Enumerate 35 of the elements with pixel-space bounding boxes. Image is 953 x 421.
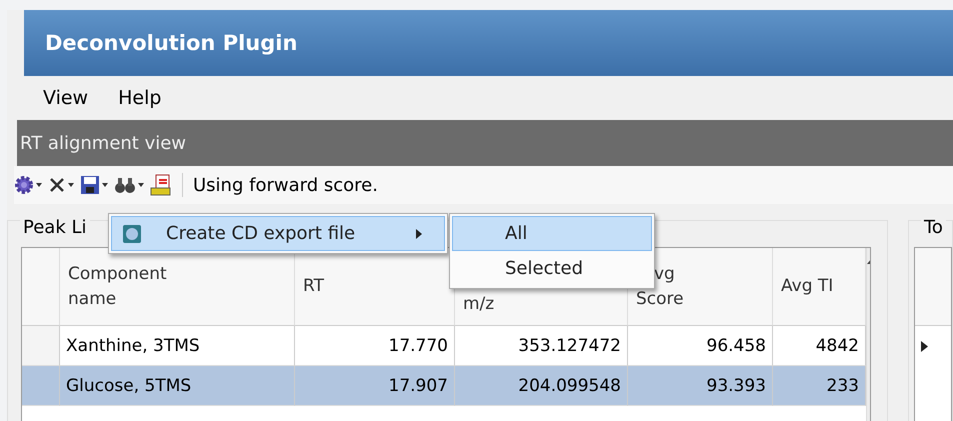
- column-header-text: RT: [303, 275, 325, 298]
- table-cell: Xanthine, 3TMS: [60, 326, 295, 366]
- view-title: RT alignment view: [17, 120, 953, 166]
- status-text: Using forward score.: [193, 174, 378, 196]
- table-cell: 4842: [773, 326, 866, 366]
- close-icon[interactable]: [48, 176, 66, 194]
- column-header-text: Component name: [68, 262, 168, 310]
- menu-item[interactable]: Create CD export file: [111, 216, 445, 251]
- dropdown-caret-icon[interactable]: [102, 183, 108, 187]
- menu-item[interactable]: All: [452, 216, 652, 251]
- dropdown-caret-icon[interactable]: [36, 183, 42, 187]
- submenu-arrow-icon: [416, 228, 422, 238]
- row-pointer-icon: [921, 340, 928, 352]
- export-icon: [122, 224, 142, 244]
- dropdown-caret-icon[interactable]: [68, 183, 74, 187]
- table-cell: 93.393: [628, 366, 773, 406]
- window-title: Deconvolution Plugin: [24, 10, 953, 76]
- table-cell: 96.458: [628, 326, 773, 366]
- export-document-icon[interactable]: [150, 174, 172, 196]
- column-header-text: Score: [636, 288, 685, 310]
- table-cell: Glucose, 5TMS: [60, 366, 295, 406]
- column-header-text: m/z: [463, 293, 496, 316]
- menu-item[interactable]: Selected: [452, 251, 652, 286]
- table-cell: 353.127472: [455, 326, 628, 366]
- column-header-text: vg: [653, 262, 676, 286]
- gear-icon[interactable]: [14, 175, 34, 195]
- table-cell: 204.099548: [455, 366, 628, 406]
- menu-item[interactable]: View: [43, 87, 88, 109]
- menu-item[interactable]: Help: [118, 87, 162, 109]
- table-cell: 17.770: [295, 326, 455, 366]
- dropdown-caret-icon[interactable]: [138, 183, 144, 187]
- column-header-text: Avg TI: [781, 275, 834, 298]
- table-cell: 17.907: [295, 366, 455, 406]
- binoculars-icon[interactable]: [114, 176, 136, 194]
- table-cell: 233: [773, 366, 866, 406]
